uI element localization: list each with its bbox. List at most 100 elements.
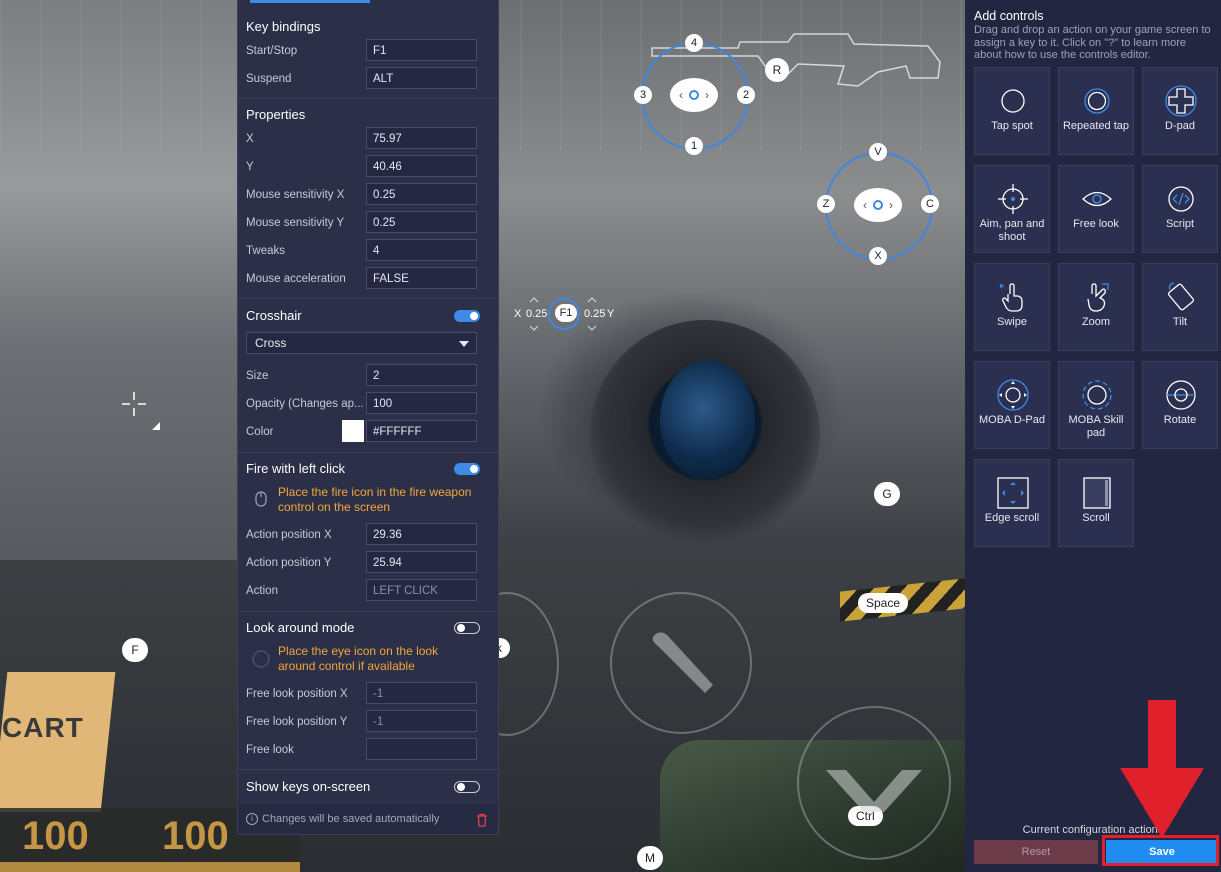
- tilt-icon: [1167, 282, 1195, 311]
- tile-label: Swipe: [997, 316, 1027, 328]
- repeated-tap-icon: [1084, 88, 1110, 114]
- tile-script[interactable]: Script: [1142, 165, 1218, 253]
- mouse-acceleration-field[interactable]: FALSE: [366, 267, 477, 289]
- tile-rotate[interactable]: Rotate: [1142, 361, 1218, 449]
- look-key-left[interactable]: Z: [817, 195, 835, 213]
- key-f[interactable]: F: [122, 638, 148, 662]
- color-field[interactable]: #FFFFFF: [366, 420, 477, 442]
- suspend-label: Suspend: [246, 73, 292, 85]
- tile-tap-spot[interactable]: Tap spot: [974, 67, 1050, 155]
- show-keys-title: Show keys on-screen: [246, 779, 371, 794]
- dpad-key-bottom[interactable]: 1: [685, 137, 703, 155]
- tile-moba-skill-pad[interactable]: MOBA Skill pad: [1058, 361, 1134, 449]
- fire-left-click-title: Fire with left click: [246, 461, 345, 476]
- key-sniper[interactable]: R: [765, 58, 789, 82]
- y-field[interactable]: 40.46: [366, 155, 477, 177]
- key-aim[interactable]: F1: [555, 304, 577, 322]
- eye-icon: [1082, 191, 1112, 207]
- action-position-x-field[interactable]: 29.36: [366, 523, 477, 545]
- dpad-icon: [1165, 85, 1197, 117]
- mouse-sensitivity-y-field[interactable]: 0.25: [366, 211, 477, 233]
- divider: [238, 98, 498, 99]
- crosshair-icon: [998, 184, 1028, 214]
- scope-lens: [660, 360, 755, 480]
- key-space[interactable]: Space: [858, 593, 909, 613]
- start-stop-field[interactable]: F1: [366, 39, 477, 61]
- free-look-position-y-field: -1: [366, 710, 477, 732]
- tile-label: Edge scroll: [984, 512, 1040, 524]
- look-key-top[interactable]: V: [869, 143, 887, 161]
- tile-label: Free look: [1073, 218, 1119, 230]
- info-icon: i: [246, 813, 258, 825]
- mouse-sensitivity-x-field[interactable]: 0.25: [366, 183, 477, 205]
- crosshair-title: Crosshair: [246, 308, 302, 323]
- crosshair-style-value: Cross: [255, 336, 287, 350]
- dpad-key-top[interactable]: 4: [685, 34, 703, 52]
- autosave-note: Changes will be saved automatically: [262, 813, 440, 825]
- scroll-icon: [1083, 477, 1111, 509]
- tile-zoom[interactable]: Zoom: [1058, 263, 1134, 351]
- eye-placeholder-icon: [252, 650, 270, 668]
- crosshair-style-select[interactable]: Cross: [246, 332, 477, 354]
- tile-aim-pan-shoot[interactable]: Aim, pan and shoot: [974, 165, 1050, 253]
- tweaks-label: Tweaks: [246, 245, 285, 257]
- tile-label: D-pad: [1165, 120, 1195, 132]
- tile-label: Aim, pan and shoot: [979, 218, 1045, 243]
- mouse-sensitivity-x-label: Mouse sensitivity X: [246, 189, 345, 201]
- trash-icon[interactable]: [476, 813, 488, 827]
- tile-swipe[interactable]: Swipe: [974, 263, 1050, 351]
- opacity-field[interactable]: 100: [366, 392, 477, 414]
- action-position-x-label: Action position X: [246, 529, 332, 541]
- tile-label: MOBA D-Pad: [978, 414, 1046, 426]
- show-keys-toggle[interactable]: [454, 781, 480, 793]
- reset-button[interactable]: Reset: [974, 840, 1098, 864]
- key-m[interactable]: M: [637, 846, 663, 870]
- size-field[interactable]: 2: [366, 364, 477, 386]
- arrow-down-icon: [1120, 700, 1204, 838]
- key-g[interactable]: G: [874, 482, 900, 506]
- panel-footer: i Changes will be saved automatically: [238, 804, 498, 834]
- divider: [238, 298, 498, 299]
- look-key-bottom[interactable]: X: [869, 247, 887, 265]
- color-label: Color: [246, 426, 274, 438]
- tweaks-field[interactable]: 4: [366, 239, 477, 261]
- tile-label: Script: [1165, 218, 1195, 230]
- look-key-right[interactable]: C: [921, 195, 939, 213]
- tile-repeated-tap[interactable]: Repeated tap: [1058, 67, 1134, 155]
- free-look-position-x-field: -1: [366, 682, 477, 704]
- crosshair-toggle[interactable]: [454, 310, 480, 322]
- mouse-sensitivity-y-label: Mouse sensitivity Y: [246, 217, 345, 229]
- divider: [238, 452, 498, 453]
- start-stop-label: Start/Stop: [246, 45, 298, 57]
- action-label: Action: [246, 585, 278, 597]
- free-look-center-icon[interactable]: ‹ ›: [854, 188, 902, 222]
- aim-y-axis-label: Y: [607, 308, 615, 320]
- tile-label: Tilt: [1172, 316, 1188, 328]
- tile-edge-scroll[interactable]: Edge scroll: [974, 459, 1050, 547]
- suspend-field[interactable]: ALT: [366, 67, 477, 89]
- action-position-y-label: Action position Y: [246, 557, 332, 569]
- dpad-center-icon[interactable]: ‹ ›: [670, 78, 718, 112]
- tile-moba-dpad[interactable]: MOBA D-Pad: [974, 361, 1050, 449]
- tile-label: Tap spot: [991, 120, 1033, 132]
- dpad-key-right[interactable]: 2: [737, 86, 755, 104]
- look-around-toggle[interactable]: [454, 622, 480, 634]
- color-swatch[interactable]: [342, 420, 364, 442]
- tile-label: Rotate: [1163, 414, 1197, 426]
- x-label: X: [246, 133, 254, 145]
- zoom-hand-icon: [1087, 283, 1109, 312]
- fire-left-click-toggle[interactable]: [454, 463, 480, 475]
- tile-label: Repeated tap: [1062, 120, 1130, 132]
- chevron-down-icon: [459, 341, 469, 347]
- tile-scroll[interactable]: Scroll: [1058, 459, 1134, 547]
- free-look-field[interactable]: [366, 738, 477, 760]
- dpad-key-left[interactable]: 3: [634, 86, 652, 104]
- hud-bar: [0, 862, 300, 872]
- tile-free-look[interactable]: Free look: [1058, 165, 1134, 253]
- tile-tilt[interactable]: Tilt: [1142, 263, 1218, 351]
- x-field[interactable]: 75.97: [366, 127, 477, 149]
- tile-dpad[interactable]: D-pad: [1142, 67, 1218, 155]
- action-position-y-field[interactable]: 25.94: [366, 551, 477, 573]
- tile-label: Scroll: [1082, 512, 1110, 524]
- swipe-hand-icon: [999, 283, 1023, 312]
